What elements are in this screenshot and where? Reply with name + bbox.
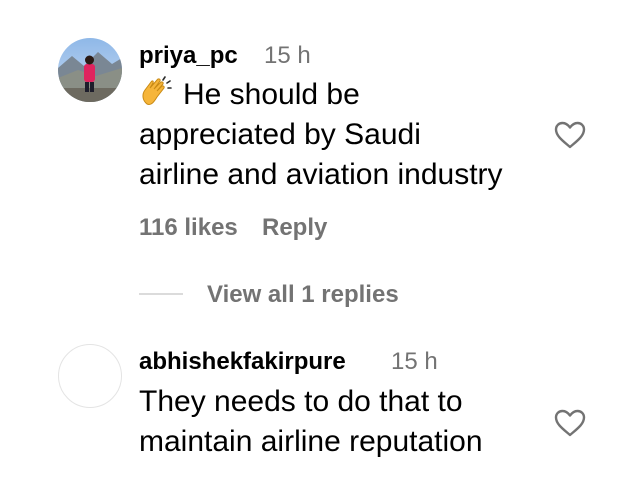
comment-username[interactable]: priya_pc — [139, 42, 238, 70]
comment-text-line: airline and aviation industry — [139, 158, 503, 191]
reply-button[interactable]: Reply — [262, 214, 327, 242]
comment-text-line: He should be — [139, 75, 360, 115]
comment-text: He should be — [183, 78, 360, 111]
comment-text-line: maintain airline reputation — [139, 425, 483, 458]
view-replies-button[interactable]: View all 1 replies — [207, 281, 399, 309]
like-heart-icon[interactable] — [553, 120, 587, 150]
avatar-abhishekfakirpure[interactable] — [58, 344, 122, 408]
comment-text-line: appreciated by Saudi — [139, 118, 421, 151]
comment-timestamp: 15 h — [264, 42, 311, 69]
avatar-photo — [58, 38, 122, 102]
avatar-priya-pc[interactable] — [58, 38, 122, 102]
comment-username[interactable]: abhishekfakirpure — [139, 348, 346, 376]
comment-text-line: They needs to do that to — [139, 385, 463, 418]
comment-timestamp: 15 h — [391, 348, 438, 375]
clapping-hands-icon — [139, 76, 173, 108]
like-heart-icon[interactable] — [553, 408, 587, 438]
like-count[interactable]: 116 likes — [139, 214, 238, 242]
replies-divider — [139, 293, 183, 295]
